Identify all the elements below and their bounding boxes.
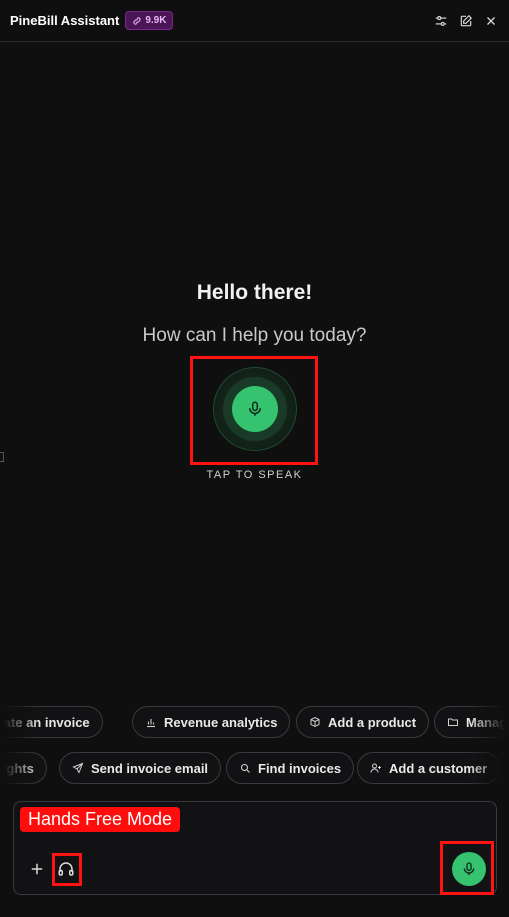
- chip-label: Create an invoice: [0, 714, 90, 730]
- header-actions: [432, 12, 499, 29]
- suggestion-chip[interactable]: Send invoice email: [59, 752, 222, 784]
- header-bar: PineBill Assistant 9.9K: [0, 0, 509, 42]
- chip-label: Add a product: [328, 714, 417, 730]
- suggestion-chip[interactable]: Insights: [0, 752, 47, 784]
- edge-handle[interactable]: [0, 452, 4, 462]
- mic-core: [232, 386, 278, 432]
- plus-icon: [31, 863, 43, 875]
- chip-label: Insights: [0, 760, 34, 776]
- suggestion-chip[interactable]: Create an invoice: [0, 706, 103, 738]
- box-icon: [310, 716, 320, 728]
- suggestion-chip[interactable]: Revenue analytics: [132, 706, 291, 738]
- suggestion-row-2: Insights Send invoice email Find invoice…: [0, 752, 509, 784]
- attach-plus-button[interactable]: [28, 860, 46, 878]
- headphones-icon: [58, 862, 74, 876]
- suggestion-row-1: Create an invoice Revenue analytics Add …: [0, 706, 509, 738]
- tap-to-speak-label: TAP TO SPEAK: [206, 469, 303, 481]
- chip-label: Send invoice email: [91, 760, 209, 776]
- chip-label: Manage: [466, 714, 509, 730]
- badge-count: 9.9K: [145, 15, 167, 26]
- app-title: PineBill Assistant: [10, 13, 120, 28]
- mic-ring: [223, 377, 287, 441]
- link-icon: [133, 16, 141, 25]
- bar-chart-icon: [147, 719, 155, 728]
- credits-badge[interactable]: 9.9K: [125, 11, 174, 30]
- settings-sliders-icon[interactable]: [432, 12, 449, 29]
- hands-free-button[interactable]: [57, 860, 75, 878]
- hands-free-mode-label: Hands Free Mode: [20, 807, 181, 832]
- send-icon: [72, 762, 84, 774]
- edit-icon[interactable]: [457, 12, 474, 29]
- microphone-icon: [463, 862, 475, 875]
- user-plus-icon: [370, 763, 381, 773]
- search-icon: [240, 763, 250, 773]
- folder-icon: [448, 718, 458, 726]
- close-icon[interactable]: [482, 12, 499, 29]
- suggestion-chip[interactable]: Add a customer: [357, 752, 501, 784]
- microphone-icon: [249, 401, 261, 416]
- chip-label: Revenue analytics: [164, 714, 278, 730]
- suggestion-chip[interactable]: Manage: [434, 706, 509, 738]
- help-prompt: How can I help you today?: [142, 325, 367, 346]
- chip-label: Find invoices: [258, 760, 342, 776]
- chip-label: Add a customer: [389, 760, 488, 776]
- voice-input-button[interactable]: [452, 852, 486, 886]
- suggestion-chip[interactable]: Find invoices: [226, 752, 355, 784]
- suggestion-chip[interactable]: Add a product: [296, 706, 430, 738]
- greeting-heading: Hello there!: [196, 281, 313, 304]
- tap-to-speak-button[interactable]: [213, 367, 297, 451]
